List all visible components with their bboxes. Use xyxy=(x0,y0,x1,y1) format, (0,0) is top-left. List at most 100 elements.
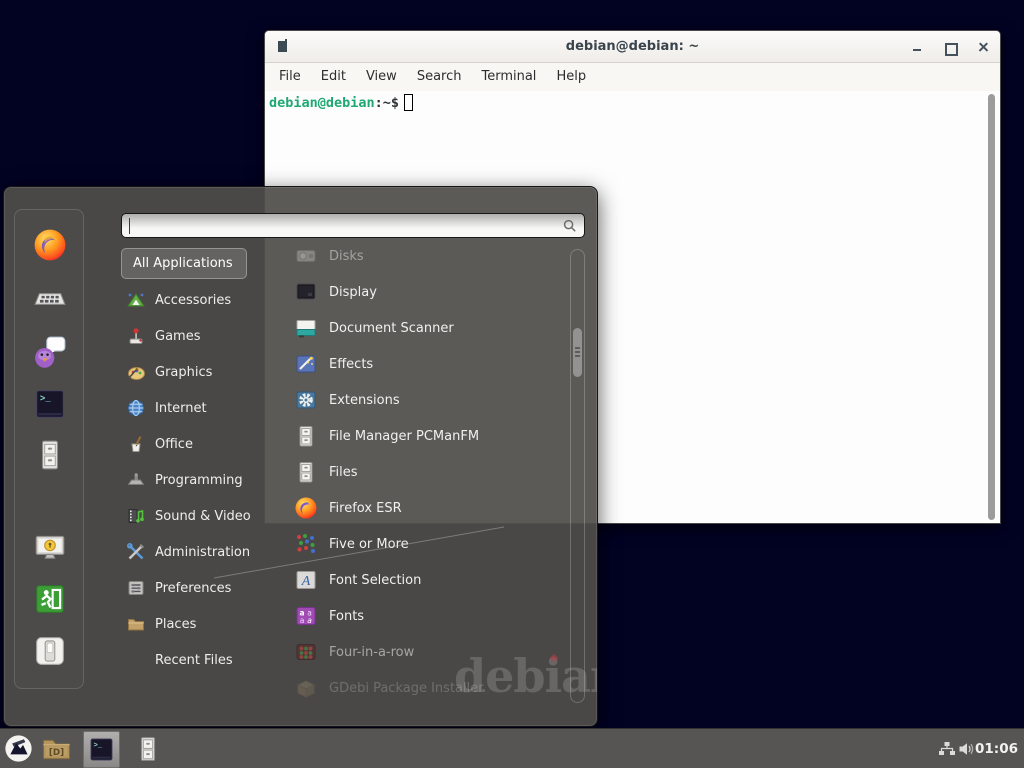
accessories-icon xyxy=(126,290,146,310)
keyboard-icon xyxy=(33,282,67,316)
app-four-in-a-row[interactable]: Four-in-a-row xyxy=(286,634,566,670)
taskbar: [D] >_ xyxy=(0,728,1024,768)
category-programming[interactable]: Programming xyxy=(121,462,271,498)
firefox-icon xyxy=(294,496,318,520)
category-recent-files[interactable]: Recent Files xyxy=(121,642,271,678)
svg-text:>_: >_ xyxy=(93,742,102,750)
minimize-button[interactable] xyxy=(909,39,925,55)
terminal-task-button[interactable]: >_ xyxy=(83,731,120,768)
menu-help[interactable]: Help xyxy=(546,63,596,91)
app-display[interactable]: Display xyxy=(286,274,566,310)
category-sound-video[interactable]: Sound & Video xyxy=(121,498,271,534)
app-firefox-esr[interactable]: Firefox ESR xyxy=(286,490,566,526)
network-status-icon[interactable] xyxy=(938,741,956,757)
shut-down-icon xyxy=(33,634,67,668)
category-games[interactable]: Games xyxy=(121,318,271,354)
five-or-more-icon xyxy=(294,532,318,556)
lock-screen-icon xyxy=(33,530,67,564)
favorite-terminal[interactable]: >_ xyxy=(33,387,67,421)
category-internet[interactable]: Internet xyxy=(121,390,271,426)
disks-icon xyxy=(294,244,318,268)
app-file-manager-pcmanfm[interactable]: File Manager PCManFM xyxy=(286,418,566,454)
app-list-scrollbar-thumb[interactable] xyxy=(573,328,582,377)
administration-icon xyxy=(126,542,146,562)
fonts-icon: aaaa xyxy=(294,604,318,628)
file-cabinet-icon xyxy=(294,460,318,484)
category-accessories[interactable]: Accessories xyxy=(121,282,271,318)
programming-icon xyxy=(126,470,146,490)
app-extensions[interactable]: Extensions xyxy=(286,382,566,418)
category-all-applications[interactable]: All Applications xyxy=(121,248,247,279)
favorite-keyboard[interactable] xyxy=(33,282,67,316)
graphics-icon xyxy=(126,362,146,382)
category-administration[interactable]: Administration xyxy=(121,534,271,570)
category-office[interactable]: Office xyxy=(121,426,271,462)
internet-icon xyxy=(126,398,146,418)
folder-icon: [D] xyxy=(41,734,72,763)
favorite-lock-screen[interactable] xyxy=(33,530,67,564)
svg-text:>_: >_ xyxy=(40,393,51,404)
maximize-button[interactable] xyxy=(942,39,958,55)
favorite-pidgin[interactable] xyxy=(33,335,67,369)
sound-video-icon xyxy=(126,506,146,526)
prompt-user: debian@debian xyxy=(269,95,375,111)
search-input[interactable] xyxy=(121,213,585,238)
terminal-icon: >_ xyxy=(33,387,67,421)
extensions-icon xyxy=(294,388,318,412)
menu-search[interactable]: Search xyxy=(407,63,472,91)
search-caret xyxy=(129,218,130,234)
terminal-scrollbar[interactable] xyxy=(988,94,995,520)
app-five-or-more[interactable]: Five or More xyxy=(286,526,566,562)
file-cabinet-icon xyxy=(33,438,67,472)
file-cabinet-icon xyxy=(294,424,318,448)
places-icon xyxy=(126,614,146,634)
app-disks[interactable]: Disks xyxy=(286,238,566,274)
clock[interactable]: 01:06 xyxy=(975,729,1018,768)
app-document-scanner[interactable]: Document Scanner xyxy=(286,310,566,346)
desktop-folder-launcher[interactable]: [D] xyxy=(41,734,72,763)
search-icon xyxy=(563,219,577,233)
preferences-icon xyxy=(126,578,146,598)
shell-prompt: debian@debian:~$ xyxy=(269,94,413,111)
terminal-window-title: debian@debian: ~ xyxy=(265,31,1000,63)
category-preferences[interactable]: Preferences xyxy=(121,570,271,606)
volume-icon[interactable] xyxy=(958,741,975,757)
firefox-icon xyxy=(33,228,67,262)
menu-logo-icon xyxy=(4,734,33,763)
app-list-scrollbar-track[interactable] xyxy=(570,249,585,703)
favorite-log-out[interactable] xyxy=(33,582,67,616)
menu-edit[interactable]: Edit xyxy=(311,63,356,91)
menu-file[interactable]: File xyxy=(269,63,311,91)
svg-text:a: a xyxy=(307,616,312,625)
category-graphics[interactable]: Graphics xyxy=(121,354,271,390)
app-font-selection[interactable]: A Font Selection xyxy=(286,562,566,598)
menu-terminal[interactable]: Terminal xyxy=(471,63,546,91)
log-out-icon xyxy=(33,582,67,616)
font-selection-icon: A xyxy=(294,568,318,592)
terminal-icon: >_ xyxy=(88,736,115,763)
app-files[interactable]: Files xyxy=(286,454,566,490)
document-scanner-icon xyxy=(294,316,318,340)
close-button[interactable] xyxy=(975,39,991,55)
app-effects[interactable]: Effects xyxy=(286,346,566,382)
favorite-shut-down[interactable] xyxy=(33,634,67,668)
application-menu: debian xyxy=(3,186,598,727)
favorite-firefox[interactable] xyxy=(33,228,67,262)
file-manager-launcher[interactable] xyxy=(135,735,161,763)
app-fonts[interactable]: aaaa Fonts xyxy=(286,598,566,634)
terminal-titlebar[interactable]: debian@debian: ~ xyxy=(265,31,1000,63)
favorite-file-manager[interactable] xyxy=(33,438,67,472)
four-in-a-row-icon xyxy=(294,640,318,664)
menu-view[interactable]: View xyxy=(356,63,407,91)
file-cabinet-icon xyxy=(135,735,161,763)
svg-text:a: a xyxy=(300,616,305,625)
category-places[interactable]: Places xyxy=(121,606,271,642)
effects-icon xyxy=(294,352,318,376)
folder-badge: [D] xyxy=(49,748,64,758)
display-icon xyxy=(294,280,318,304)
terminal-menubar: File Edit View Search Terminal Help xyxy=(265,63,1000,91)
gdebi-icon xyxy=(294,676,318,700)
menu-button[interactable] xyxy=(4,734,33,763)
app-gdebi-package-installer[interactable]: GDebi Package Installer xyxy=(286,670,566,706)
svg-text:A: A xyxy=(301,574,311,589)
